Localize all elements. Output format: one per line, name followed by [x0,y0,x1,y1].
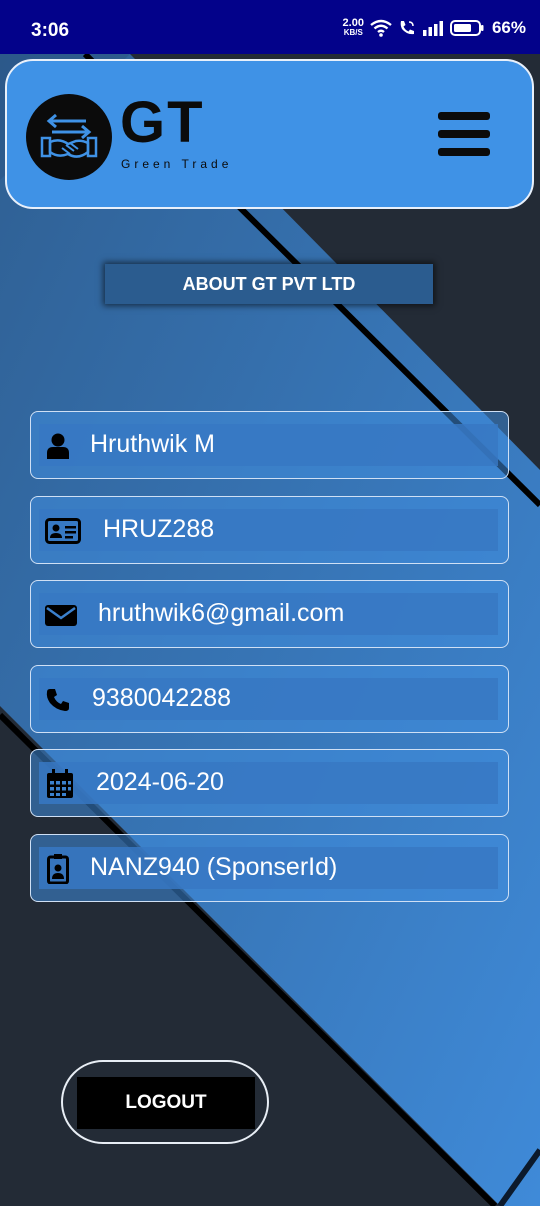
signal-icon [422,21,443,36]
sponsor-id-value: NANZ940 (SponserId) [90,853,338,881]
badge-icon [45,854,71,884]
name-field: Hruthwik M [30,411,509,479]
logout-button-frame: LOGOUT [61,1060,269,1144]
logout-button[interactable]: LOGOUT [77,1077,255,1129]
about-company-button[interactable]: ABOUT GT PVT LTD [105,264,433,304]
battery-icon [449,20,484,36]
network-speed-value: 2.00 [342,17,364,29]
status-icons: 2.00 KB/S 66% [343,16,526,40]
user-id-field: HRUZ288 [30,496,509,564]
network-speed-unit: KB/S [343,28,363,37]
email-value: hruthwik6@gmail.com [98,599,345,627]
date-field: 2024-06-20 [30,749,509,817]
sponsor-id-field: NANZ940 (SponserId) [30,834,509,902]
name-value: Hruthwik M [90,430,216,458]
app-header: GT Green Trade [5,59,534,209]
network-speed: 2.00 KB/S [342,17,364,38]
id-card-icon [45,517,81,545]
status-time: 3:06 [31,20,70,41]
logo-subtitle: Green Trade [121,157,233,171]
phone-value: 9380042288 [92,684,232,712]
user-id-value: HRUZ288 [103,515,215,543]
status-bar: 3:06 2.00 KB/S 66% [0,0,540,54]
wifi-icon [370,19,392,37]
logo-handshake-icon [26,94,112,180]
phone-field: 9380042288 [30,665,509,733]
call-icon [400,21,414,35]
user-icon [45,432,71,460]
envelope-icon [45,601,77,629]
email-field: hruthwik6@gmail.com [30,580,509,648]
calendar-icon [45,769,75,798]
battery-percentage: 66% [491,18,526,37]
hamburger-menu-icon[interactable] [438,112,494,160]
logo-text: GT [120,90,205,155]
date-value: 2024-06-20 [96,768,224,796]
phone-icon [45,686,71,714]
